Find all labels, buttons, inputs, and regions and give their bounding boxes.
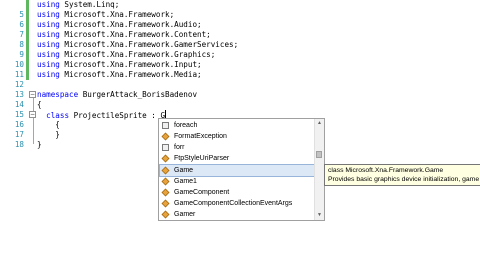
code-line: using Microsoft.Xna.Framework.Media;: [37, 70, 202, 79]
code-line: using Microsoft.Xna.Framework.Content;: [37, 30, 211, 39]
completion-scrollbar[interactable]: ▲ ▼: [314, 119, 324, 220]
line-number: 13: [14, 90, 24, 99]
completion-item[interactable]: forr: [160, 142, 314, 153]
code-line: using System.Linq;: [37, 0, 120, 9]
class-icon: [161, 199, 170, 208]
completion-list[interactable]: foreach FormatException forr FtpStyleUri…: [158, 118, 325, 221]
line-number: 5: [19, 10, 24, 19]
code-line: using Microsoft.Xna.Framework.Audio;: [37, 20, 202, 29]
line-number: 17: [14, 130, 24, 139]
line-number: 8: [19, 40, 24, 49]
line-number: 11: [14, 70, 24, 79]
class-icon: [161, 132, 170, 141]
class-icon: [161, 177, 170, 186]
completion-item[interactable]: GameComponentCollectionEventArgs: [160, 198, 314, 209]
code-line: using Microsoft.Xna.Framework.GamerServi…: [37, 40, 239, 49]
line-number: 16: [14, 120, 24, 129]
scroll-up-icon[interactable]: ▲: [315, 119, 324, 128]
code-line: {: [55, 120, 60, 129]
code-line: {: [37, 100, 42, 109]
line-number: 14: [14, 100, 24, 109]
line-number: 9: [19, 50, 24, 59]
scroll-down-icon[interactable]: ▼: [315, 211, 324, 220]
completion-item[interactable]: foreach: [160, 120, 314, 131]
line-number: 18: [14, 140, 24, 149]
code-line: using Microsoft.Xna.Framework.Graphics;: [37, 50, 216, 59]
line-number: 12: [14, 80, 24, 89]
class-icon: [161, 188, 170, 197]
tooltip-signature: class Microsoft.Xna.Framework.Game: [328, 167, 444, 174]
completion-item[interactable]: GameComponent: [160, 187, 314, 198]
snippet-icon: [162, 122, 169, 129]
line-number: 10: [14, 60, 24, 69]
completion-item[interactable]: FtpStyleUriParser: [160, 153, 314, 164]
completion-item[interactable]: Gamer: [160, 209, 314, 220]
code-line: using Microsoft.Xna.Framework.Input;: [37, 60, 202, 69]
outline-guide: [33, 98, 34, 144]
line-number: 6: [19, 20, 24, 29]
code-line: using Microsoft.Xna.Framework;: [37, 10, 175, 19]
line-number: 7: [19, 30, 24, 39]
completion-item[interactable]: FormatException: [160, 131, 314, 142]
tooltip-description: Provides basic graphics device initializ…: [328, 176, 480, 183]
code-line: }: [37, 140, 42, 149]
class-icon: [161, 166, 170, 175]
code-line: namespace BurgerAttack_BorisBadenov: [37, 90, 198, 99]
class-icon: [161, 154, 170, 163]
completion-item[interactable]: Game1: [160, 176, 314, 187]
collapse-class-icon[interactable]: −: [29, 111, 36, 118]
completion-item-selected[interactable]: Game: [159, 164, 315, 177]
code-line: class ProjectileSprite : G: [46, 110, 167, 120]
snippet-icon: [162, 144, 169, 151]
collapse-namespace-icon[interactable]: −: [29, 91, 36, 98]
quick-info-tooltip: class Microsoft.Xna.Framework.Game Provi…: [324, 164, 480, 186]
class-icon: [161, 210, 170, 219]
scrollbar-thumb[interactable]: [316, 151, 322, 158]
change-indicator-bar: [26, 0, 29, 80]
code-line: }: [55, 130, 60, 139]
line-number: 15: [14, 110, 24, 119]
